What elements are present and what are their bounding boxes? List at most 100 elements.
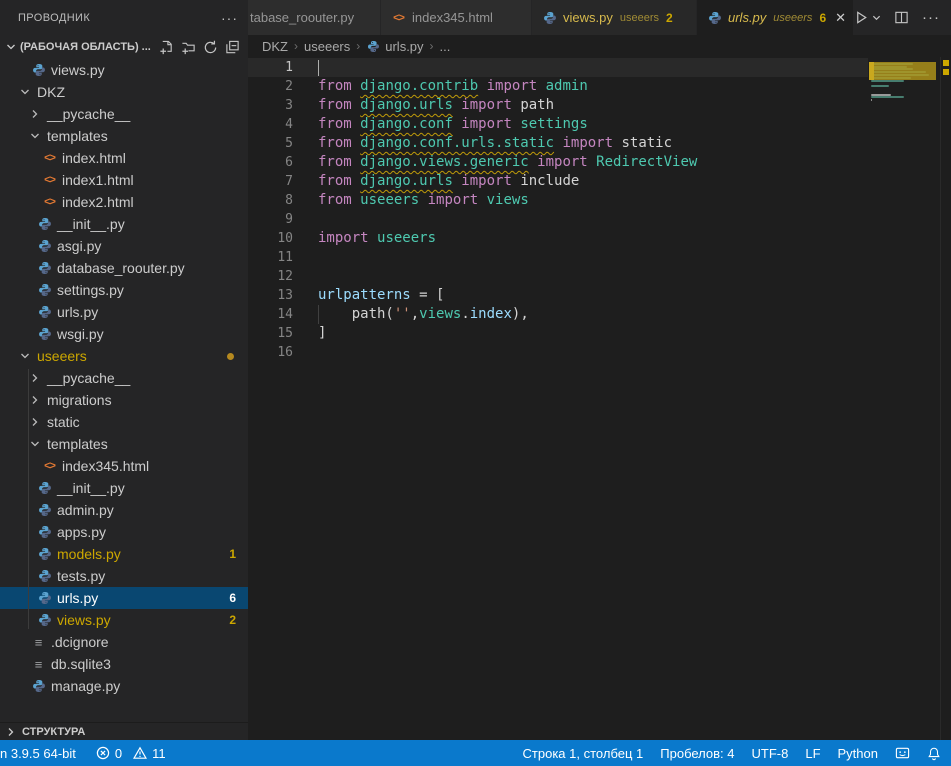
code-line-9[interactable]: 9 [248, 210, 868, 229]
breadcrumb-item-0[interactable]: DKZ [262, 39, 288, 54]
tree-item-views.py[interactable]: views.py [0, 59, 248, 81]
tree-item-index345.html[interactable]: <>index345.html [0, 455, 248, 477]
tab-index345.html[interactable]: <>index345.html [381, 0, 532, 35]
notifications-bell-icon[interactable] [927, 746, 941, 761]
tree-item-migrations[interactable]: migrations [0, 389, 248, 411]
refresh-icon[interactable] [203, 40, 218, 55]
tree-item-useeers[interactable]: useeers [0, 345, 248, 367]
chevron-right-icon [4, 725, 18, 739]
ruler-warning-tick [943, 60, 949, 66]
tab-problems-count: 2 [666, 11, 673, 25]
tree-item-asgi.py[interactable]: asgi.py [0, 235, 248, 257]
tree-item-views.py[interactable]: views.py2 [0, 609, 248, 631]
tree-item-__init__.py[interactable]: __init__.py [0, 477, 248, 499]
tree-item-urls.py[interactable]: urls.py6 [0, 587, 248, 609]
file-icon: ≡ [31, 657, 46, 672]
split-editor-button[interactable] [894, 10, 909, 25]
indentation[interactable]: Пробелов: 4 [660, 746, 734, 761]
outline-section-header[interactable]: СТРУКТУРА [0, 722, 248, 740]
python-icon [37, 525, 52, 540]
tab-urls.py[interactable]: urls.pyuseeers6✕ [697, 0, 854, 35]
code-region[interactable]: 1 2 from django.contrib import admin3from… [248, 58, 868, 362]
chevron-down-icon [18, 85, 32, 99]
editor-more-actions-icon[interactable]: ··· [922, 9, 940, 26]
minimap-line [871, 85, 889, 87]
code-line-13[interactable]: 13urlpatterns = [ [248, 286, 868, 305]
code-line-14[interactable]: 14 path('',views.index), [248, 305, 868, 324]
line-content: urlpatterns = [ [318, 286, 444, 305]
new-file-icon[interactable] [159, 40, 174, 55]
line-number: 10 [248, 229, 293, 248]
breadcrumb-item-1[interactable]: useeers [304, 39, 350, 54]
file-icon: ≡ [31, 635, 46, 650]
code-line-7[interactable]: 7from django.urls import include [248, 172, 868, 191]
feedback-icon[interactable] [895, 746, 910, 761]
code-line-8[interactable]: 8from useeers import views [248, 191, 868, 210]
python-interpreter[interactable]: n 3.9.5 64-bit [0, 746, 76, 761]
tree-item-tests.py[interactable]: tests.py [0, 565, 248, 587]
tree-item-wsgi.py[interactable]: wsgi.py [0, 323, 248, 345]
tree-item-manage.py[interactable]: manage.py [0, 675, 248, 697]
code-editor[interactable]: 1 2 from django.contrib import admin3from… [248, 57, 951, 740]
close-icon[interactable]: ✕ [835, 10, 846, 26]
new-folder-icon[interactable] [181, 40, 196, 55]
code-line-12[interactable]: 12 [248, 267, 868, 286]
overview-ruler[interactable] [940, 57, 951, 740]
python-icon [31, 679, 46, 694]
tree-item-__pycache__[interactable]: __pycache__ [0, 367, 248, 389]
tree-item-DKZ[interactable]: DKZ [0, 81, 248, 103]
tree-item-static[interactable]: static [0, 411, 248, 433]
problems-badge: 1 [229, 547, 236, 561]
line-content: from django.contrib import admin [318, 77, 588, 96]
tree-item-index.html[interactable]: <>index.html [0, 147, 248, 169]
breadcrumb-item-2[interactable]: urls.py [366, 39, 423, 54]
tree-item-models.py[interactable]: models.py1 [0, 543, 248, 565]
tab-tabase_roouter.py[interactable]: tabase_roouter.py [248, 0, 381, 35]
tree-item-database_roouter.py[interactable]: database_roouter.py [0, 257, 248, 279]
language-mode[interactable]: Python [838, 746, 878, 761]
warning-icon [133, 746, 147, 760]
line-number: 8 [248, 191, 293, 210]
minimap[interactable] [868, 58, 940, 741]
tree-item-settings.py[interactable]: settings.py [0, 279, 248, 301]
code-line-4[interactable]: 4from django.conf import settings [248, 115, 868, 134]
tab-views.py[interactable]: views.pyuseeers2 [532, 0, 697, 35]
breadcrumb-item-3[interactable]: ... [440, 39, 451, 54]
code-line-1[interactable]: 1 [248, 58, 868, 77]
tree-item-templates[interactable]: templates [0, 125, 248, 147]
tree-item-__init__.py[interactable]: __init__.py [0, 213, 248, 235]
tree-item-urls.py[interactable]: urls.py [0, 301, 248, 323]
eol[interactable]: LF [805, 746, 820, 761]
code-line-10[interactable]: 10import useeers [248, 229, 868, 248]
cursor-position[interactable]: Строка 1, столбец 1 [523, 746, 644, 761]
tree-item-index1.html[interactable]: <>index1.html [0, 169, 248, 191]
code-line-6[interactable]: 6from django.views.generic import Redire… [248, 153, 868, 172]
explorer-more-actions-icon[interactable]: ··· [221, 10, 238, 26]
collapse-all-icon[interactable] [225, 40, 240, 55]
workspace-section-header[interactable]: (РАБОЧАЯ ОБЛАСТЬ) ... [0, 35, 248, 59]
code-line-3[interactable]: 3from django.urls import path [248, 96, 868, 115]
code-line-5[interactable]: 5from django.conf.urls.static import sta… [248, 134, 868, 153]
python-icon [542, 10, 557, 25]
code-line-16[interactable]: 16 [248, 343, 868, 362]
chevron-right-icon [28, 371, 42, 385]
tree-item-label: db.sqlite3 [51, 656, 111, 672]
tree-item-.dcignore[interactable]: ≡.dcignore [0, 631, 248, 653]
python-icon [37, 613, 52, 628]
code-line-15[interactable]: 15] [248, 324, 868, 343]
tab-description: useeers [620, 12, 659, 24]
chevron-down-icon [28, 129, 42, 143]
code-line-11[interactable]: 11 [248, 248, 868, 267]
tree-item-index2.html[interactable]: <>index2.html [0, 191, 248, 213]
tree-item-apps.py[interactable]: apps.py [0, 521, 248, 543]
tree-item-admin.py[interactable]: admin.py [0, 499, 248, 521]
encoding[interactable]: UTF-8 [752, 746, 789, 761]
tree-item-__pycache__[interactable]: __pycache__ [0, 103, 248, 125]
tree-item-templates[interactable]: templates [0, 433, 248, 455]
line-number: 2 [248, 77, 293, 96]
run-button[interactable] [854, 10, 881, 25]
tree-item-label: admin.py [57, 502, 114, 518]
code-line-2[interactable]: 2 from django.contrib import admin [248, 77, 868, 96]
tree-item-db.sqlite3[interactable]: ≡ db.sqlite3 [0, 653, 248, 675]
problems-status[interactable]: 0 11 [96, 746, 166, 761]
